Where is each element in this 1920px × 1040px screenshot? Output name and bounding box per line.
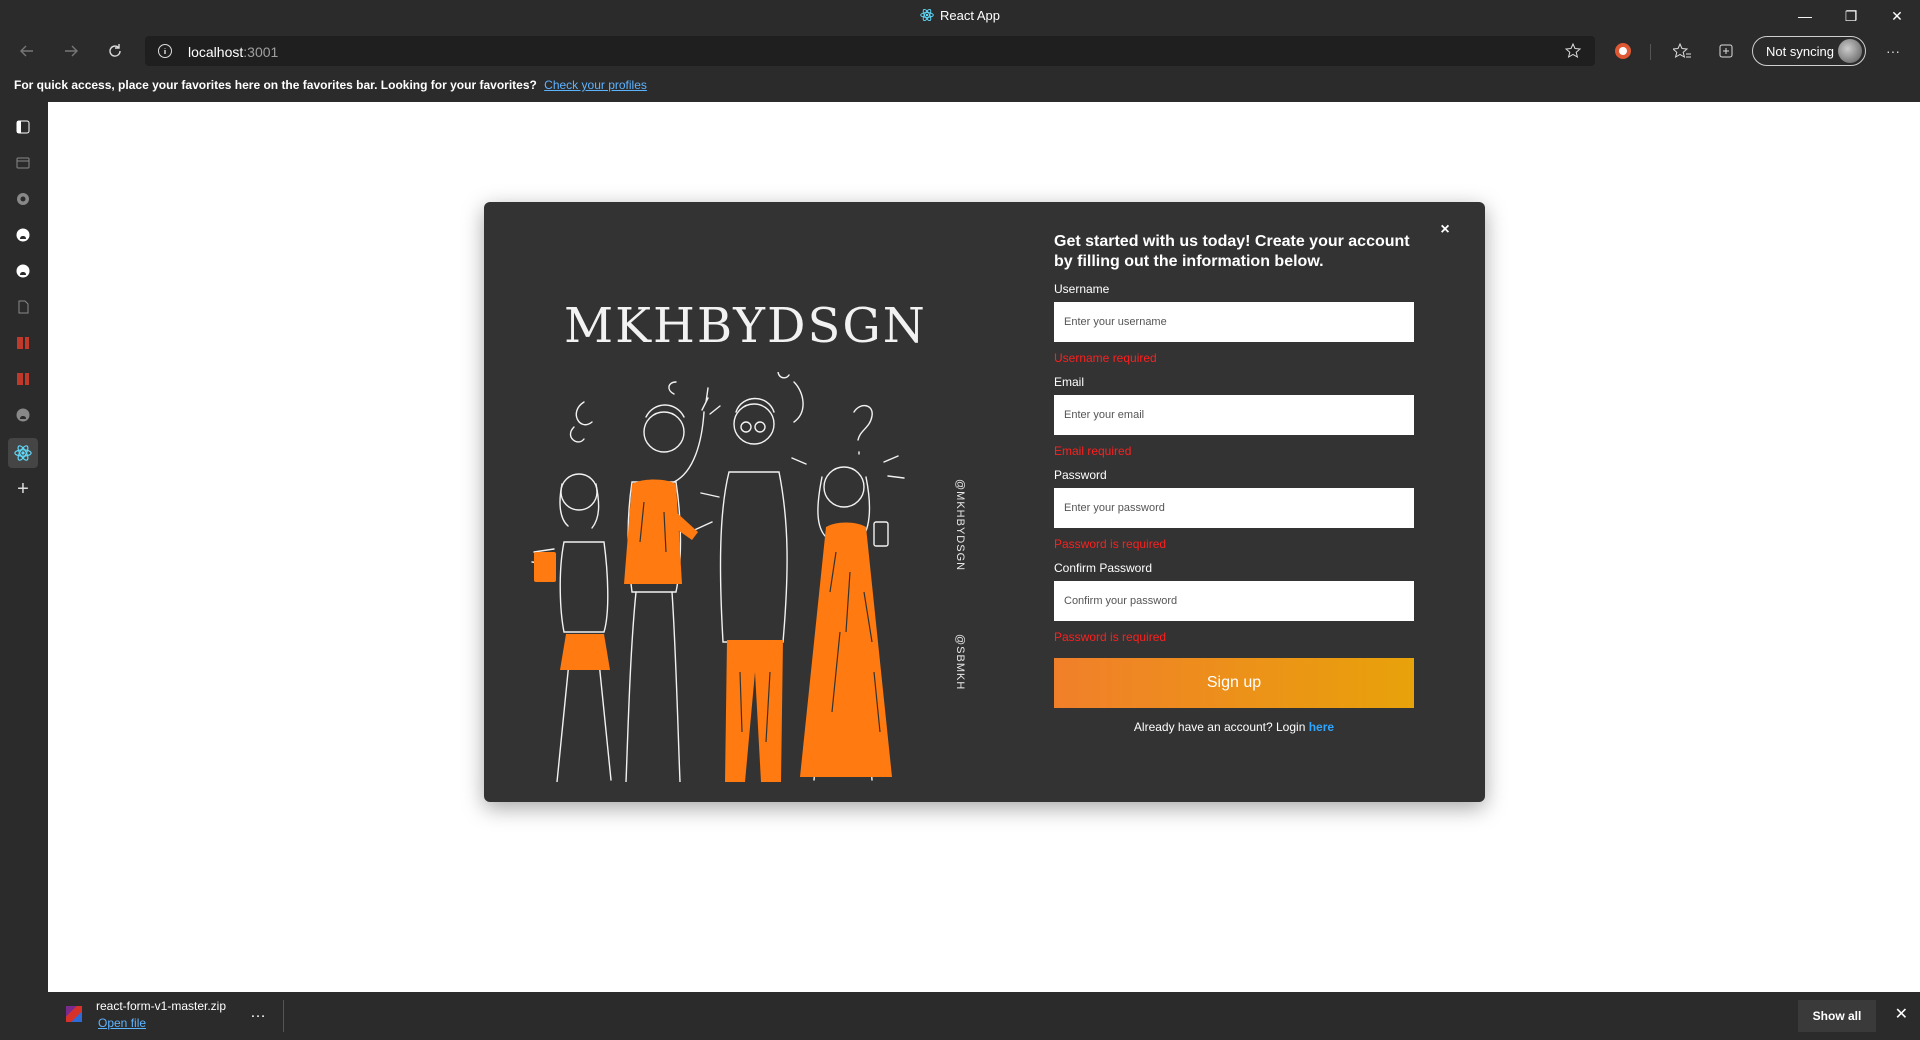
new-tab-plus-icon[interactable]: +	[12, 478, 34, 500]
tab-github-icon[interactable]	[12, 224, 34, 246]
restore-button[interactable]: ❐	[1828, 0, 1874, 32]
tab-google-icon[interactable]	[12, 188, 34, 210]
favorites-button[interactable]	[1667, 36, 1697, 66]
arrow-left-icon	[20, 45, 33, 57]
password-label: Password	[1054, 468, 1107, 482]
login-prompt: Already have an account? Login here	[1054, 720, 1414, 734]
password-error: Password is required	[1054, 537, 1167, 551]
favorites-message: For quick access, place your favorites h…	[14, 78, 537, 92]
page-viewport: MKHBYDSGN @MKHBYDSGN @SBMKH × Get starte…	[48, 102, 1920, 992]
brand-logo: MKHBYDSGN	[564, 298, 927, 354]
arrow-right-icon	[65, 45, 78, 57]
download-file-name: react-form-v1-master.zip	[96, 999, 227, 1013]
toolbar-divider	[1650, 44, 1651, 60]
handle-mkhbydsgn: @MKHBYDSGN	[954, 479, 966, 572]
react-logo-icon	[920, 8, 934, 22]
people-illustration	[531, 372, 905, 782]
browser-toolbar: localhost:3001 ···	[0, 32, 1920, 70]
tab-red-book-icon[interactable]	[12, 368, 34, 390]
info-icon[interactable]	[157, 43, 173, 59]
tab-file-icon[interactable]	[12, 296, 34, 318]
email-label: Email	[1054, 375, 1085, 389]
downloads-divider	[283, 1000, 284, 1032]
signup-form: Get started with us today! Create your a…	[1054, 232, 1424, 734]
settings-menu-button[interactable]: ···	[1878, 36, 1908, 66]
password-input[interactable]	[1054, 488, 1414, 528]
close-modal-button[interactable]: ×	[1435, 220, 1455, 240]
url-text: localhost:3001	[188, 44, 279, 60]
title-bar: React App — ❐ ✕	[0, 0, 1920, 32]
window-title: React App	[0, 8, 1920, 23]
tab-actions-icon[interactable]	[12, 116, 34, 138]
browser-sidebar: +	[0, 102, 48, 992]
address-bar[interactable]: localhost:3001	[145, 36, 1595, 66]
extension-duckduckgo[interactable]	[1608, 36, 1638, 66]
tab-react-app-icon[interactable]	[8, 438, 38, 468]
confirm-password-input[interactable]	[1054, 581, 1414, 621]
handle-sbmkh: @SBMKH	[954, 634, 966, 691]
check-profiles-link[interactable]: Check your profiles	[544, 78, 647, 92]
favorites-icon	[1673, 43, 1691, 59]
minimize-button[interactable]: —	[1782, 0, 1828, 32]
add-favorite-icon[interactable]	[1565, 43, 1583, 59]
username-input[interactable]	[1054, 302, 1414, 342]
tab-page-icon[interactable]	[12, 152, 34, 174]
tab-github-icon[interactable]	[12, 404, 34, 426]
signup-button[interactable]: Sign up	[1054, 658, 1414, 708]
open-file-link[interactable]: Open file	[98, 1016, 146, 1030]
login-prompt-text: Already have an account? Login	[1133, 720, 1306, 734]
refresh-button[interactable]	[100, 36, 130, 66]
window-title-text: React App	[940, 8, 1000, 23]
favorites-bar: For quick access, place your favorites h…	[0, 70, 1920, 102]
download-more-button[interactable]: …	[250, 1004, 266, 1022]
confirm-password-error: Password is required	[1054, 630, 1167, 644]
duckduckgo-icon	[1615, 43, 1631, 59]
refresh-icon	[109, 44, 121, 57]
collections-button[interactable]	[1711, 36, 1741, 66]
email-input[interactable]	[1054, 395, 1414, 435]
forward-button[interactable]	[56, 36, 86, 66]
signup-card: MKHBYDSGN @MKHBYDSGN @SBMKH × Get starte…	[484, 202, 1485, 802]
downloads-bar: react-form-v1-master.zip Open file … Sho…	[48, 992, 1920, 1040]
username-error: Username required	[1054, 351, 1157, 365]
profile-sync-button[interactable]: Not syncing	[1752, 36, 1866, 66]
show-all-button[interactable]: Show all	[1798, 1000, 1876, 1032]
login-link[interactable]: here	[1309, 720, 1334, 734]
tab-red-book-icon[interactable]	[12, 332, 34, 354]
close-downloads-icon[interactable]: ✕	[1895, 1004, 1908, 1024]
archive-file-icon	[66, 1006, 82, 1022]
back-button[interactable]	[12, 36, 42, 66]
avatar	[1838, 39, 1862, 63]
confirm-password-label: Confirm Password	[1054, 561, 1153, 575]
email-error: Email required	[1054, 444, 1132, 458]
collections-icon	[1719, 44, 1733, 58]
sync-label: Not syncing	[1766, 43, 1834, 59]
form-headline: Get started with us today! Create your a…	[1054, 233, 1410, 270]
close-window-button[interactable]: ✕	[1874, 0, 1920, 32]
username-label: Username	[1054, 282, 1110, 296]
tab-github-icon[interactable]	[12, 260, 34, 282]
more-icon: ···	[1886, 43, 1900, 59]
